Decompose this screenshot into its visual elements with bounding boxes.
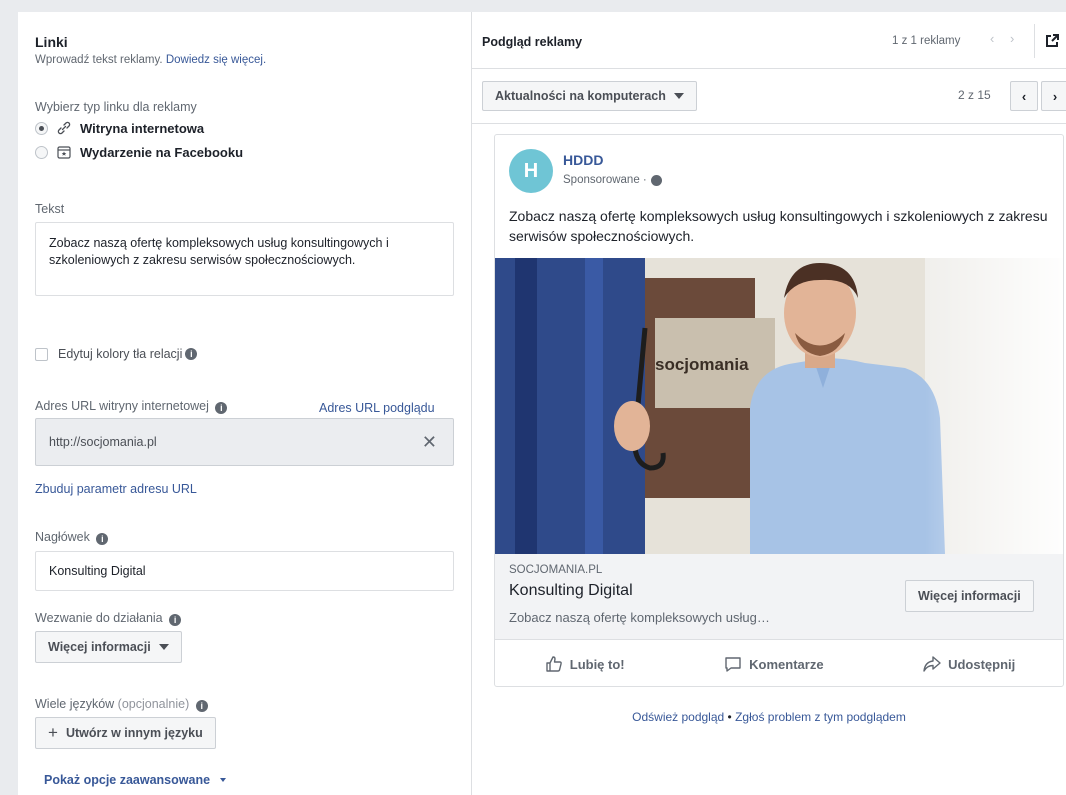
radio-website[interactable] — [35, 121, 48, 135]
edit-bg-label: Edytuj kolory tła relacji — [58, 347, 183, 361]
advanced-options-link[interactable]: Pokaż opcje zaawansowane — [44, 773, 226, 787]
advanced-options-label: Pokaż opcje zaawansowane — [44, 773, 211, 787]
refresh-preview-link[interactable]: Odśwież podgląd — [632, 710, 724, 724]
ad-primary-text: Zobacz naszą ofertę kompleksowych usług … — [509, 208, 1048, 244]
share-label: Udostępnij — [948, 656, 1016, 672]
avatar[interactable]: H — [509, 149, 553, 193]
comment-label: Komentarze — [749, 656, 824, 672]
headline-label-text: Nagłówek — [35, 530, 90, 544]
languages-label: Wiele języków (opcjonalnie) i — [35, 697, 208, 712]
learn-more-link[interactable]: Dowiedz się więcej. — [166, 54, 266, 66]
info-icon[interactable]: i — [215, 402, 228, 414]
clear-icon[interactable]: ✕ — [422, 432, 437, 453]
dropdown-caret-icon — [673, 93, 684, 99]
sign-text: socjomania — [655, 355, 749, 374]
url-label-text: Adres URL witryny internetowej — [35, 399, 209, 413]
ad-image[interactable]: socjomania — [495, 258, 1063, 554]
preview-header: Podgląd reklamy 1 z 1 reklamy ‹ › — [472, 12, 1066, 69]
open-external-button[interactable] — [1034, 24, 1066, 58]
section-subtitle-text: Wprowadź tekst reklamy. — [35, 54, 163, 66]
next-placement-button[interactable]: › — [1041, 81, 1066, 111]
plus-icon: + — [48, 723, 58, 742]
ad-count: 1 z 1 reklamy — [892, 35, 961, 47]
link-type-website-option[interactable]: Witryna internetowa — [35, 120, 204, 136]
info-icon[interactable]: i — [96, 533, 109, 545]
preview-title: Podgląd reklamy — [482, 35, 583, 49]
info-icon[interactable]: i — [169, 614, 182, 626]
external-link-icon — [1045, 34, 1059, 47]
radio-label-website: Witryna internetowa — [80, 120, 205, 136]
report-problem-link[interactable]: Zgłoś problem z tym podglądem — [735, 710, 906, 724]
thumbs-up-icon — [546, 656, 562, 672]
radio-event[interactable] — [35, 145, 48, 159]
like-label: Lubię to! — [569, 656, 625, 672]
chevron-down-icon — [219, 778, 226, 782]
link-box[interactable]: SOCJOMANIA.PL Konsulting Digital Zobacz … — [495, 554, 1063, 640]
sponsored-text: Sponsorowane · — [563, 174, 647, 186]
headline-label: Nagłówek i — [35, 530, 109, 545]
cta-button[interactable]: Więcej informacji — [905, 580, 1034, 612]
event-icon — [56, 144, 72, 160]
info-icon[interactable]: i — [185, 348, 198, 360]
placement-dropdown[interactable]: Aktualności na komputerach — [482, 81, 697, 111]
placement-count: 2 z 15 — [958, 88, 991, 102]
section-subtitle: Wprowadź tekst reklamy. Dowiedz się więc… — [35, 54, 266, 66]
link-type-event-option[interactable]: Wydarzenie na Facebooku — [35, 144, 243, 160]
ad-description: Zobacz naszą ofertę kompleksowych usług… — [509, 610, 770, 625]
info-icon[interactable]: i — [195, 700, 208, 712]
text-label: Tekst — [35, 202, 65, 216]
link-icon — [56, 120, 72, 136]
share-button[interactable]: Udostępnij — [923, 655, 1015, 673]
ad-preview-panel: Podgląd reklamy 1 z 1 reklamy ‹ › Aktual… — [472, 12, 1066, 795]
url-label: Adres URL witryny internetowej i — [35, 399, 228, 414]
languages-optional: (opcjonalnie) — [117, 697, 190, 711]
sponsored-label: Sponsorowane · — [563, 174, 662, 186]
ad-headline: Konsulting Digital — [509, 582, 633, 599]
languages-label-text: Wiele języków — [35, 697, 115, 711]
preview-url-link[interactable]: Adres URL podglądu — [319, 401, 435, 415]
ad-text-field[interactable]: Zobacz naszą ofertę kompleksowych usług … — [35, 222, 454, 296]
edit-bg-checkbox[interactable] — [35, 347, 48, 361]
section-title: Linki — [35, 34, 68, 50]
headline-input[interactable]: Konsulting Digital — [35, 551, 454, 591]
dropdown-caret-icon — [158, 644, 169, 650]
website-url-input[interactable]: http://socjomania.pl ✕ — [35, 418, 454, 466]
placement-value: Aktualności na komputerach — [495, 89, 666, 103]
create-language-button[interactable]: + Utwórz w innym języku — [35, 717, 216, 749]
share-icon — [923, 656, 941, 672]
cta-dropdown[interactable]: Więcej informacji — [35, 631, 182, 663]
like-button[interactable]: Lubię to! — [545, 655, 625, 673]
preview-footer: Odśwież podgląd • Zgłoś problem z tym po… — [472, 710, 1066, 724]
ad-nav-arrows[interactable]: ‹ › — [990, 31, 1020, 46]
build-url-param-link[interactable]: Zbuduj parametr adresu URL — [35, 482, 197, 496]
separator: • — [727, 710, 732, 724]
edit-bg-colors-option[interactable]: Edytuj kolory tła relacji i — [35, 347, 198, 361]
ad-domain: SOCJOMANIA.PL — [509, 564, 603, 576]
radio-label-event: Wydarzenie na Facebooku — [80, 144, 244, 160]
url-value: http://socjomania.pl — [49, 435, 157, 449]
create-language-label: Utwórz w innym języku — [65, 726, 203, 740]
ad-editor-panel: Linki Wprowadź tekst reklamy. Dowiedz si… — [18, 12, 472, 795]
comment-icon — [725, 657, 741, 672]
prev-placement-button[interactable]: ‹ — [1010, 81, 1038, 111]
cta-label-text: Wezwanie do działania — [35, 611, 163, 625]
link-type-label: Wybierz typ linku dla reklamy — [35, 100, 197, 114]
globe-icon — [650, 174, 662, 186]
cta-label: Wezwanie do działania i — [35, 611, 182, 626]
ad-actions: Lubię to! Komentarze Udostępnij — [495, 641, 1063, 686]
divider — [472, 123, 1066, 124]
ad-preview-card: H HDDD Sponsorowane · Zobacz naszą ofert… — [494, 134, 1064, 687]
page-name[interactable]: HDDD — [563, 152, 603, 168]
comment-button[interactable]: Komentarze — [724, 655, 824, 673]
cta-dropdown-value: Więcej informacji — [48, 640, 151, 654]
